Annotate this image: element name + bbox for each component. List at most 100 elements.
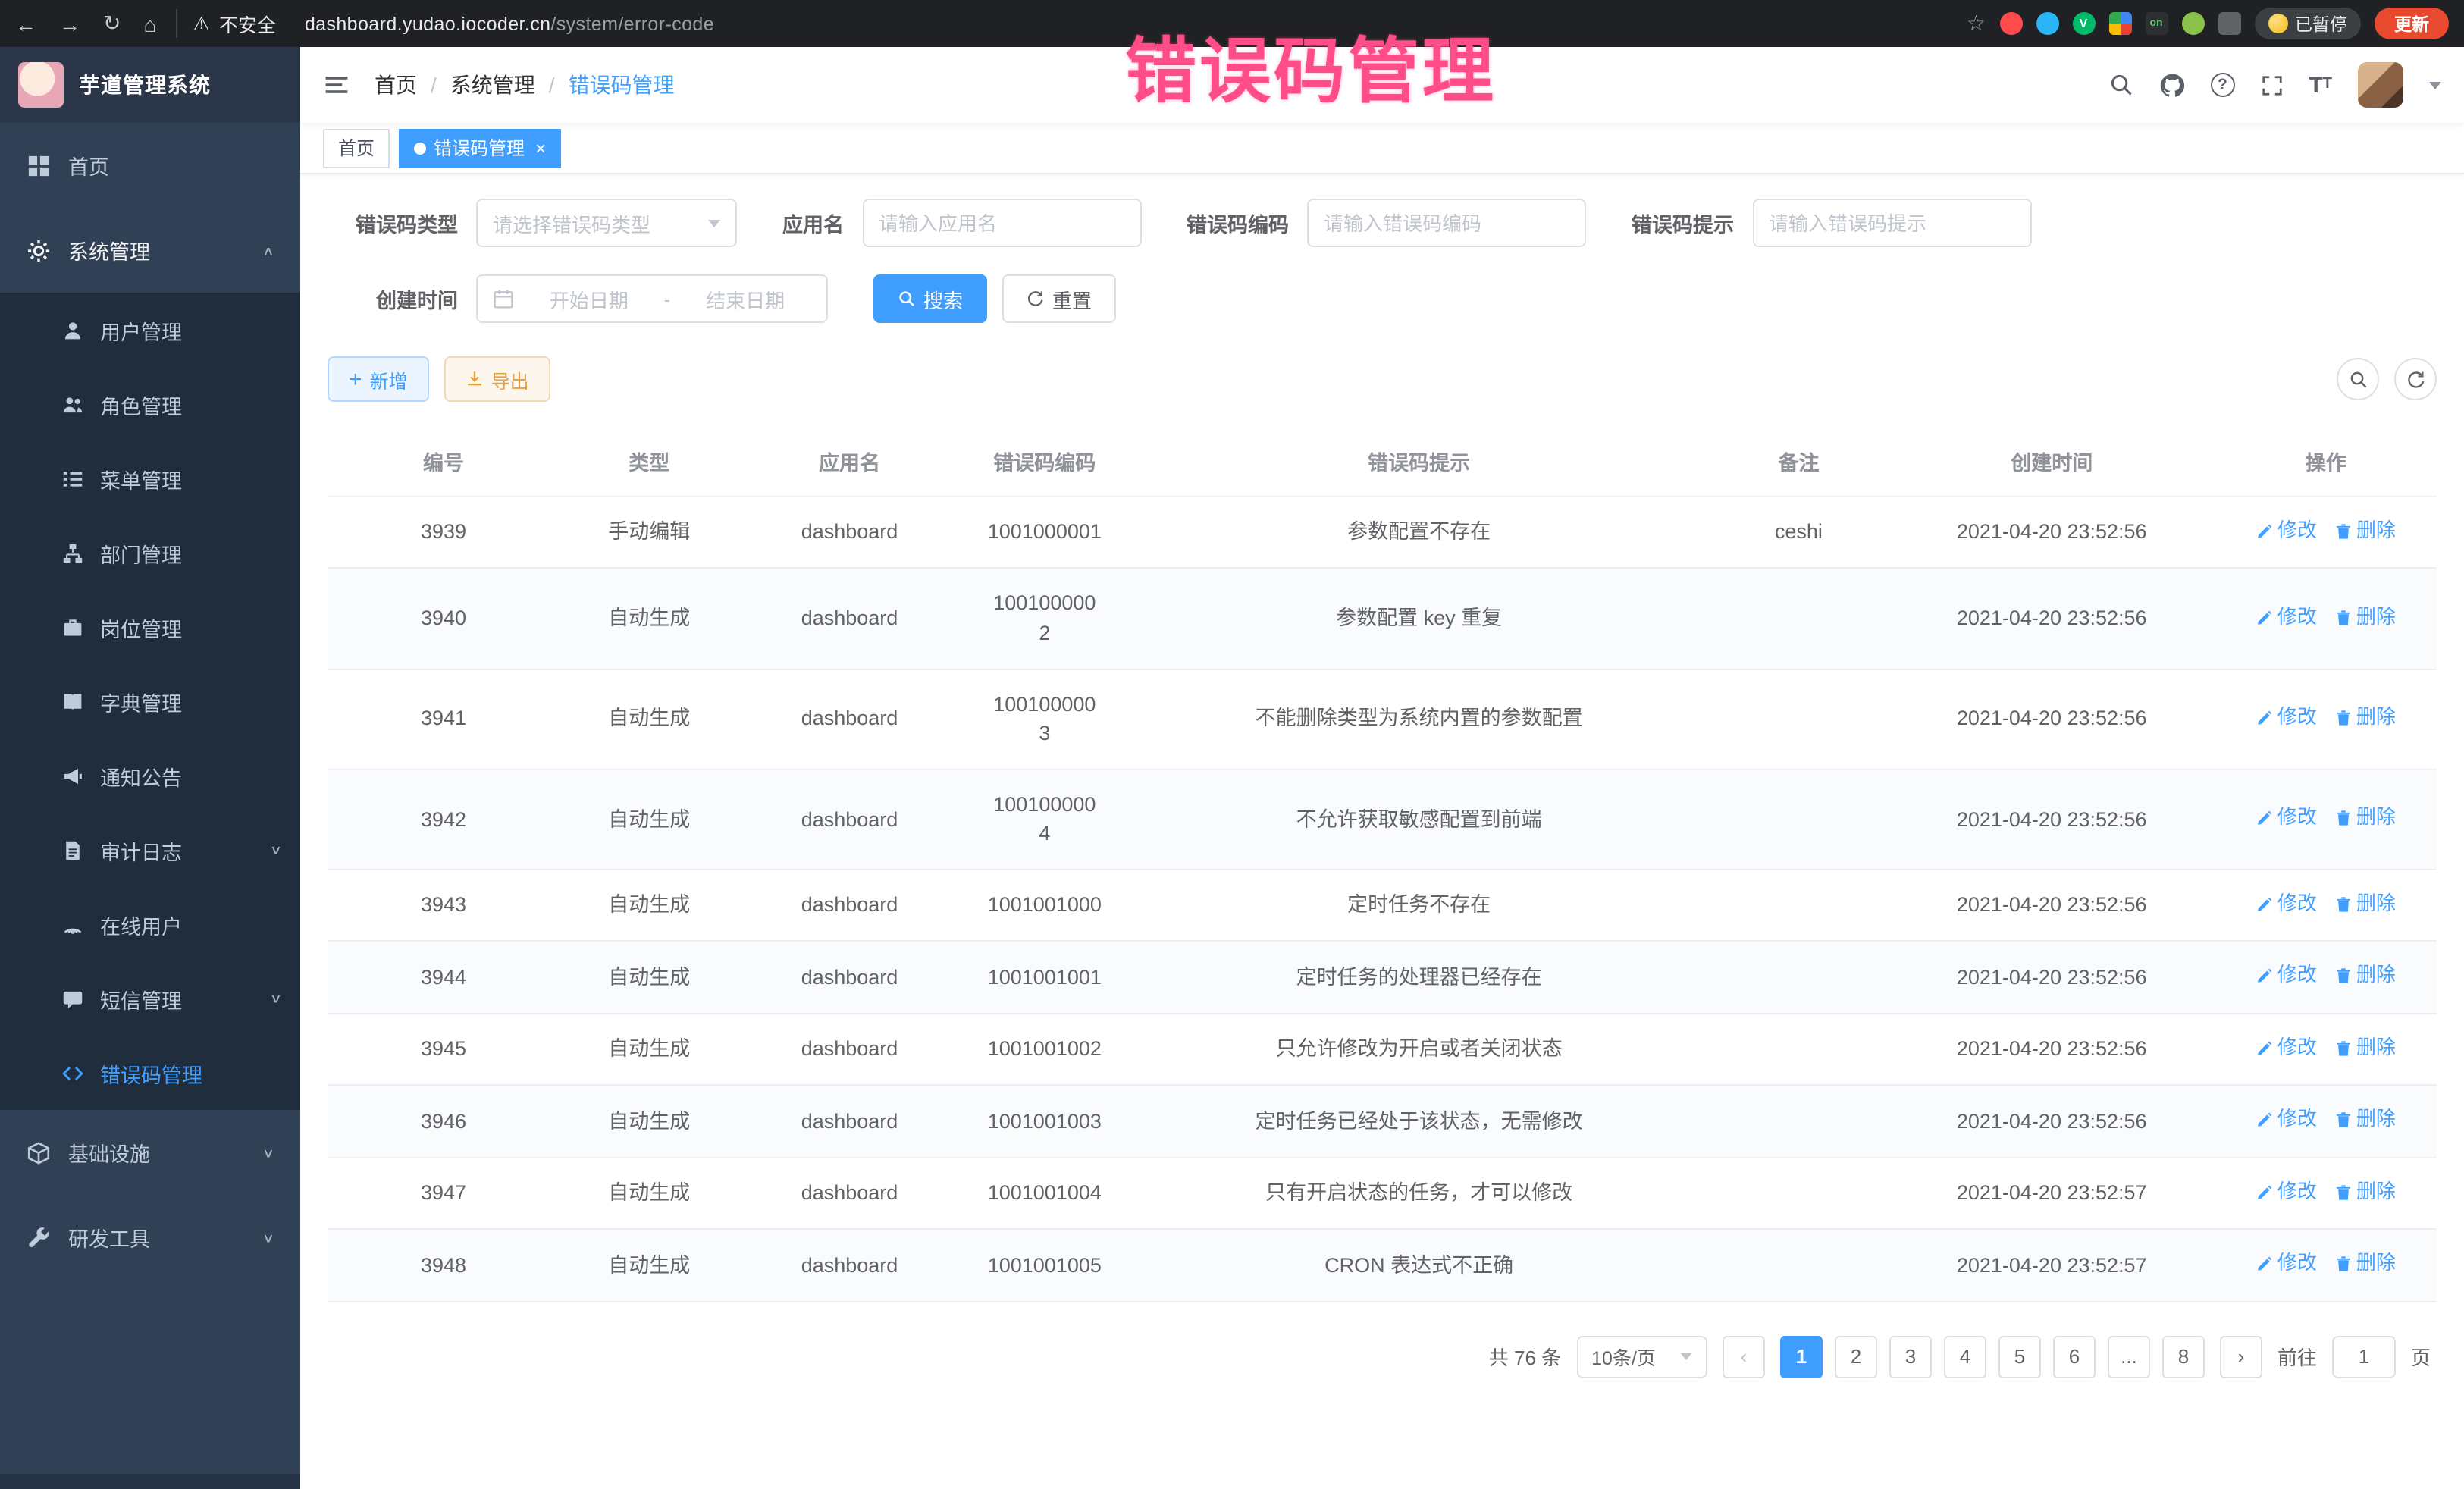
forward-icon[interactable]: → <box>59 11 80 36</box>
edit-link[interactable]: 修改 <box>2256 1106 2317 1135</box>
tab-error-code-management[interactable]: 错误码管理 × <box>399 128 561 168</box>
error-code-table: 编号 类型 应用名 错误码编码 错误码提示 备注 创建时间 操作 3939手动编… <box>328 426 2437 1302</box>
error-code-input[interactable] <box>1324 212 1569 234</box>
cell-app: dashboard <box>738 569 960 669</box>
delete-link[interactable]: 删除 <box>2335 962 2396 991</box>
delete-link[interactable]: 删除 <box>2335 804 2396 832</box>
browser-update-button[interactable]: 更新 <box>2375 8 2449 39</box>
user-avatar[interactable] <box>2358 62 2403 108</box>
puzzle-extensions-icon[interactable] <box>2218 12 2240 35</box>
help-icon[interactable]: ? <box>2210 73 2234 97</box>
drop-extension-icon[interactable] <box>2036 12 2058 35</box>
sidebar-item-system[interactable]: 系统管理∧ <box>0 208 300 293</box>
cell-id: 3946 <box>328 1086 560 1158</box>
edit-link[interactable]: 修改 <box>2256 890 2317 919</box>
bookmark-star-icon[interactable]: ☆ <box>1967 11 1986 36</box>
prev-page-button[interactable]: ‹ <box>1723 1336 1765 1378</box>
v-extension-icon[interactable]: V <box>2072 12 2095 35</box>
font-size-icon[interactable]: TT <box>2309 74 2332 96</box>
app-name-input[interactable] <box>879 212 1124 234</box>
toggle-search-button[interactable] <box>2337 358 2379 400</box>
sidebar-item-notice-management[interactable]: 通知公告 <box>0 738 300 813</box>
sidebar-item-dept-management[interactable]: 部门管理 <box>0 516 300 590</box>
page-size-select[interactable]: 10条/页 <box>1576 1336 1707 1378</box>
breadcrumb-home[interactable]: 首页 <box>375 70 417 100</box>
edit-link[interactable]: 修改 <box>2256 1178 2317 1207</box>
delete-link[interactable]: 删除 <box>2335 890 2396 919</box>
github-icon[interactable] <box>2158 72 2184 98</box>
sidebar-item-sms-management[interactable]: 短信管理∨ <box>0 961 300 1036</box>
search-icon[interactable] <box>2108 73 2133 97</box>
app-logo[interactable]: 芋道管理系统 <box>0 47 300 123</box>
sidebar-item-home[interactable]: 首页 <box>0 123 300 208</box>
sidebar-item-role-management[interactable]: 角色管理 <box>0 367 300 441</box>
reset-button[interactable]: 重置 <box>1002 274 1116 323</box>
leaf-extension-icon[interactable] <box>2181 12 2204 35</box>
page-ellipsis[interactable]: ... <box>2108 1336 2150 1378</box>
create-time-range-picker[interactable]: 开始日期 - 结束日期 <box>476 274 828 323</box>
sidebar-item-user-management[interactable]: 用户管理 <box>0 293 300 367</box>
back-icon[interactable]: ← <box>15 11 36 36</box>
page-button-3[interactable]: 3 <box>1889 1336 1932 1378</box>
edit-link[interactable]: 修改 <box>2256 603 2317 632</box>
delete-link[interactable]: 删除 <box>2335 704 2396 732</box>
table-row: 3940自动生成dashboard100100000 2参数配置 key 重复2… <box>328 569 2437 669</box>
edit-link[interactable]: 修改 <box>2256 962 2317 991</box>
refresh-table-button[interactable] <box>2394 358 2437 400</box>
page-button-2[interactable]: 2 <box>1835 1336 1877 1378</box>
error-type-select[interactable]: 请选择错误码类型 <box>476 199 737 247</box>
error-hint-input[interactable] <box>1769 212 2014 234</box>
edit-link[interactable]: 修改 <box>2256 804 2317 832</box>
add-button[interactable]: + 新增 <box>328 356 429 402</box>
delete-link[interactable]: 删除 <box>2335 1034 2396 1063</box>
delete-link[interactable]: 删除 <box>2335 1178 2396 1207</box>
tab-home[interactable]: 首页 <box>323 128 390 168</box>
profile-paused-badge[interactable]: 已暂停 <box>2254 8 2361 39</box>
record-extension-icon[interactable] <box>1999 12 2022 35</box>
page-button-4[interactable]: 4 <box>1944 1336 1986 1378</box>
sidebar-item-dict-management[interactable]: 字典管理 <box>0 664 300 738</box>
reload-icon[interactable]: ↻ <box>103 11 121 36</box>
search-button[interactable]: 搜索 <box>873 274 987 323</box>
security-indicator[interactable]: ⚠ 不安全 <box>176 9 290 38</box>
sidebar-item-dev-tools[interactable]: 研发工具∨ <box>0 1195 300 1280</box>
delete-link[interactable]: 删除 <box>2335 1250 2396 1279</box>
delete-link[interactable]: 删除 <box>2335 517 2396 546</box>
app-name-label: 应用名 <box>782 208 844 238</box>
apps-grid-extension-icon[interactable] <box>2108 12 2131 35</box>
goto-page-input[interactable] <box>2332 1336 2396 1378</box>
sidebar-item-audit-log[interactable]: 审计日志∨ <box>0 813 300 887</box>
vpn-on-extension-icon[interactable]: on <box>2145 12 2168 35</box>
export-button[interactable]: 导出 <box>444 356 550 402</box>
close-tab-icon[interactable]: × <box>535 137 546 158</box>
sidebar-item-error-code-management[interactable]: 错误码管理 <box>0 1036 300 1110</box>
end-date-placeholder[interactable]: 结束日期 <box>679 284 811 313</box>
sidebar-collapse-strip[interactable] <box>0 1474 300 1489</box>
chevron-down-icon[interactable] <box>2429 81 2441 89</box>
sidebar-item-post-management[interactable]: 岗位管理 <box>0 590 300 664</box>
delete-link[interactable]: 删除 <box>2335 603 2396 632</box>
cell-time: 2021-04-20 23:52:56 <box>1889 569 2215 669</box>
breadcrumb-system[interactable]: 系统管理 <box>450 70 535 100</box>
home-icon[interactable]: ⌂ <box>143 11 156 36</box>
edit-link[interactable]: 修改 <box>2256 704 2317 732</box>
page-button-1[interactable]: 1 <box>1780 1336 1823 1378</box>
page-button-6[interactable]: 6 <box>2053 1336 2096 1378</box>
delete-link[interactable]: 删除 <box>2335 1106 2396 1135</box>
cell-type: 自动生成 <box>560 669 738 769</box>
hamburger-icon[interactable] <box>323 71 350 99</box>
edit-link[interactable]: 修改 <box>2256 1034 2317 1063</box>
page-button-5[interactable]: 5 <box>1998 1336 2041 1378</box>
sidebar-item-online-users[interactable]: 在线用户 <box>0 887 300 961</box>
address-bar[interactable]: dashboard.yudao.iocoder.cn/system/error-… <box>305 13 714 34</box>
fullscreen-icon[interactable] <box>2260 74 2283 96</box>
edit-link[interactable]: 修改 <box>2256 1250 2317 1279</box>
sidebar-item-menu-management[interactable]: 菜单管理 <box>0 441 300 516</box>
page-button-8[interactable]: 8 <box>2162 1336 2205 1378</box>
trash-icon <box>2335 523 2352 540</box>
sidebar-item-infrastructure[interactable]: 基础设施∨ <box>0 1110 300 1195</box>
edit-link[interactable]: 修改 <box>2256 517 2317 546</box>
home-icon <box>26 154 50 177</box>
start-date-placeholder[interactable]: 开始日期 <box>523 284 655 313</box>
next-page-button[interactable]: › <box>2220 1336 2262 1378</box>
